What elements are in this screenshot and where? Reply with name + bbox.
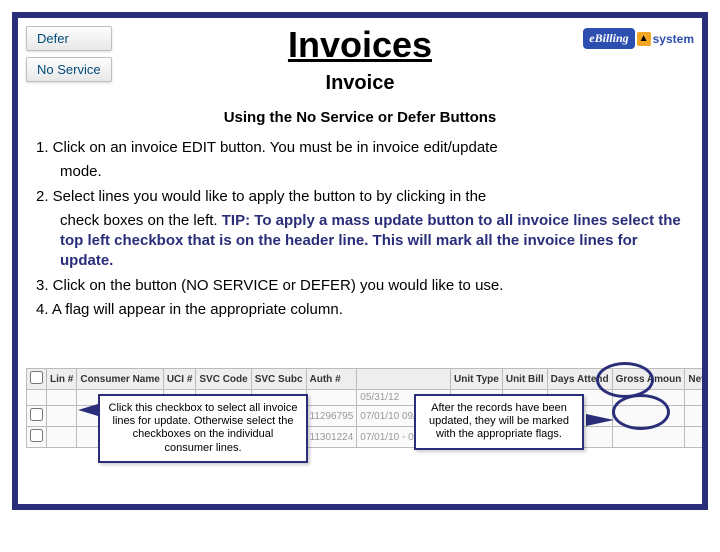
- arrow-up-icon: ▲: [637, 32, 651, 46]
- col-net: Net: [685, 369, 708, 390]
- col-consumer: Consumer Name: [77, 369, 163, 390]
- step-4: 4. A flag will appear in the appropriate…: [36, 300, 684, 320]
- step-2: 2. Select lines you would like to apply …: [36, 187, 684, 207]
- col-unit-bill: Unit Bill: [502, 369, 547, 390]
- row-checkbox[interactable]: [30, 429, 43, 442]
- step-2b-prefix: check boxes on the left.: [60, 212, 222, 229]
- step-2b: check boxes on the left. TIP: To apply a…: [36, 211, 684, 272]
- invoice-grid-area: Lin # Consumer Name UCI # SVC Code SVC S…: [26, 368, 694, 498]
- arrow-right-icon: [586, 414, 614, 426]
- no-service-button[interactable]: No Service: [26, 57, 112, 82]
- callout-select-all: Click this checkbox to select all invoic…: [98, 394, 308, 463]
- section-heading: Using the No Service or Defer Buttons: [18, 109, 702, 126]
- logo-system: system: [653, 32, 694, 46]
- instruction-steps: 1. Click on an invoice EDIT button. You …: [18, 138, 702, 320]
- logo-ebilling: eBilling: [583, 28, 634, 49]
- step-3: 3. Click on the button (NO SERVICE or DE…: [36, 276, 684, 296]
- defer-button[interactable]: Defer: [26, 26, 112, 51]
- callout-flags: After the records have been updated, the…: [414, 394, 584, 450]
- col-svc-subc: SVC Subc: [251, 369, 306, 390]
- col-svc-code: SVC Code: [196, 369, 251, 390]
- highlight-oval-icon: [596, 362, 654, 398]
- col-unit-type: Unit Type: [451, 369, 503, 390]
- col-dates: [357, 369, 451, 390]
- col-line: Lin #: [47, 369, 77, 390]
- highlight-oval-icon: [612, 394, 670, 430]
- step-1: 1. Click on an invoice EDIT button. You …: [36, 138, 684, 158]
- select-all-checkbox[interactable]: [30, 371, 43, 384]
- page-subtitle: Invoice: [18, 72, 702, 95]
- ebilling-logo: eBilling ▲ system: [583, 28, 694, 49]
- step-1b: mode.: [36, 162, 684, 182]
- row-checkbox[interactable]: [30, 408, 43, 421]
- col-auth: Auth #: [306, 369, 357, 390]
- select-all-checkbox-cell[interactable]: [27, 369, 47, 390]
- arrow-left-icon: [78, 404, 98, 416]
- col-uci: UCI #: [163, 369, 196, 390]
